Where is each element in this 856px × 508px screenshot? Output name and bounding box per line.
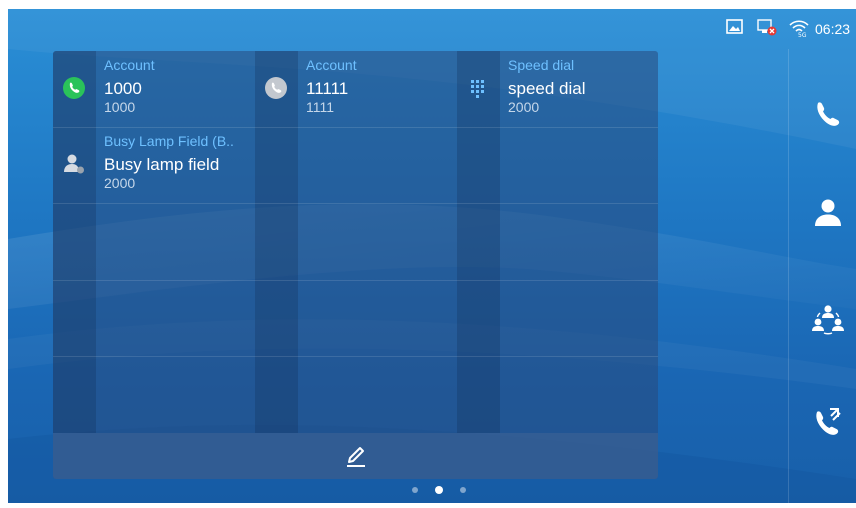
status-bar: 5G 06:23 bbox=[8, 9, 856, 49]
page-dot-active[interactable] bbox=[435, 486, 443, 494]
blf-type-label: Busy Lamp Field (B.. bbox=[104, 133, 234, 149]
home-screen: 5G 06:23 Account 1000 1000 Account 11111… bbox=[8, 9, 856, 503]
svg-text:5G: 5G bbox=[798, 32, 807, 38]
blf-contact-icon bbox=[64, 154, 84, 174]
dock-divider bbox=[788, 49, 789, 503]
conference-icon[interactable] bbox=[811, 301, 845, 335]
row-divider bbox=[53, 203, 658, 204]
image-icon bbox=[726, 19, 743, 34]
blf-number: 2000 bbox=[104, 175, 136, 191]
widget-panel: Account 1000 1000 Account 11111 1111 Spe… bbox=[53, 51, 658, 479]
phone-icon[interactable] bbox=[811, 98, 845, 132]
network-error-icon bbox=[757, 19, 777, 36]
speed-dial-type-label: Speed dial bbox=[508, 57, 575, 73]
keypad-icon bbox=[471, 80, 484, 98]
side-dock bbox=[791, 49, 856, 503]
wifi-5g-icon: 5G bbox=[789, 20, 809, 38]
speed-dial-name: speed dial bbox=[508, 79, 586, 98]
account-type-label: Account bbox=[306, 57, 357, 73]
edit-pencil-icon[interactable] bbox=[343, 443, 369, 469]
account-type-label: Account bbox=[104, 57, 155, 73]
blf-widget[interactable]: Busy Lamp Field (B.. Busy lamp field 200… bbox=[53, 127, 255, 203]
account-name: 1000 bbox=[104, 79, 142, 98]
account-widget-11111[interactable]: Account 11111 1111 bbox=[255, 51, 457, 127]
speed-dial-number: 2000 bbox=[508, 99, 540, 115]
blf-name: Busy lamp field bbox=[104, 155, 220, 174]
phone-green-icon bbox=[63, 77, 85, 99]
call-history-icon[interactable] bbox=[811, 405, 845, 439]
account-number: 1111 bbox=[306, 99, 335, 115]
account-widget-1000[interactable]: Account 1000 1000 bbox=[53, 51, 255, 127]
row-divider bbox=[53, 356, 658, 357]
status-time: 06:23 bbox=[815, 21, 851, 37]
row-divider bbox=[53, 280, 658, 281]
account-name: 11111 bbox=[306, 79, 349, 98]
page-dot[interactable] bbox=[412, 487, 418, 493]
page-dot[interactable] bbox=[460, 487, 466, 493]
contacts-icon[interactable] bbox=[811, 196, 845, 230]
speed-dial-widget[interactable]: Speed dial speed dial 2000 bbox=[457, 51, 658, 127]
account-number: 1000 bbox=[104, 99, 136, 115]
edit-bar bbox=[53, 433, 658, 479]
phone-gray-icon bbox=[265, 77, 287, 99]
